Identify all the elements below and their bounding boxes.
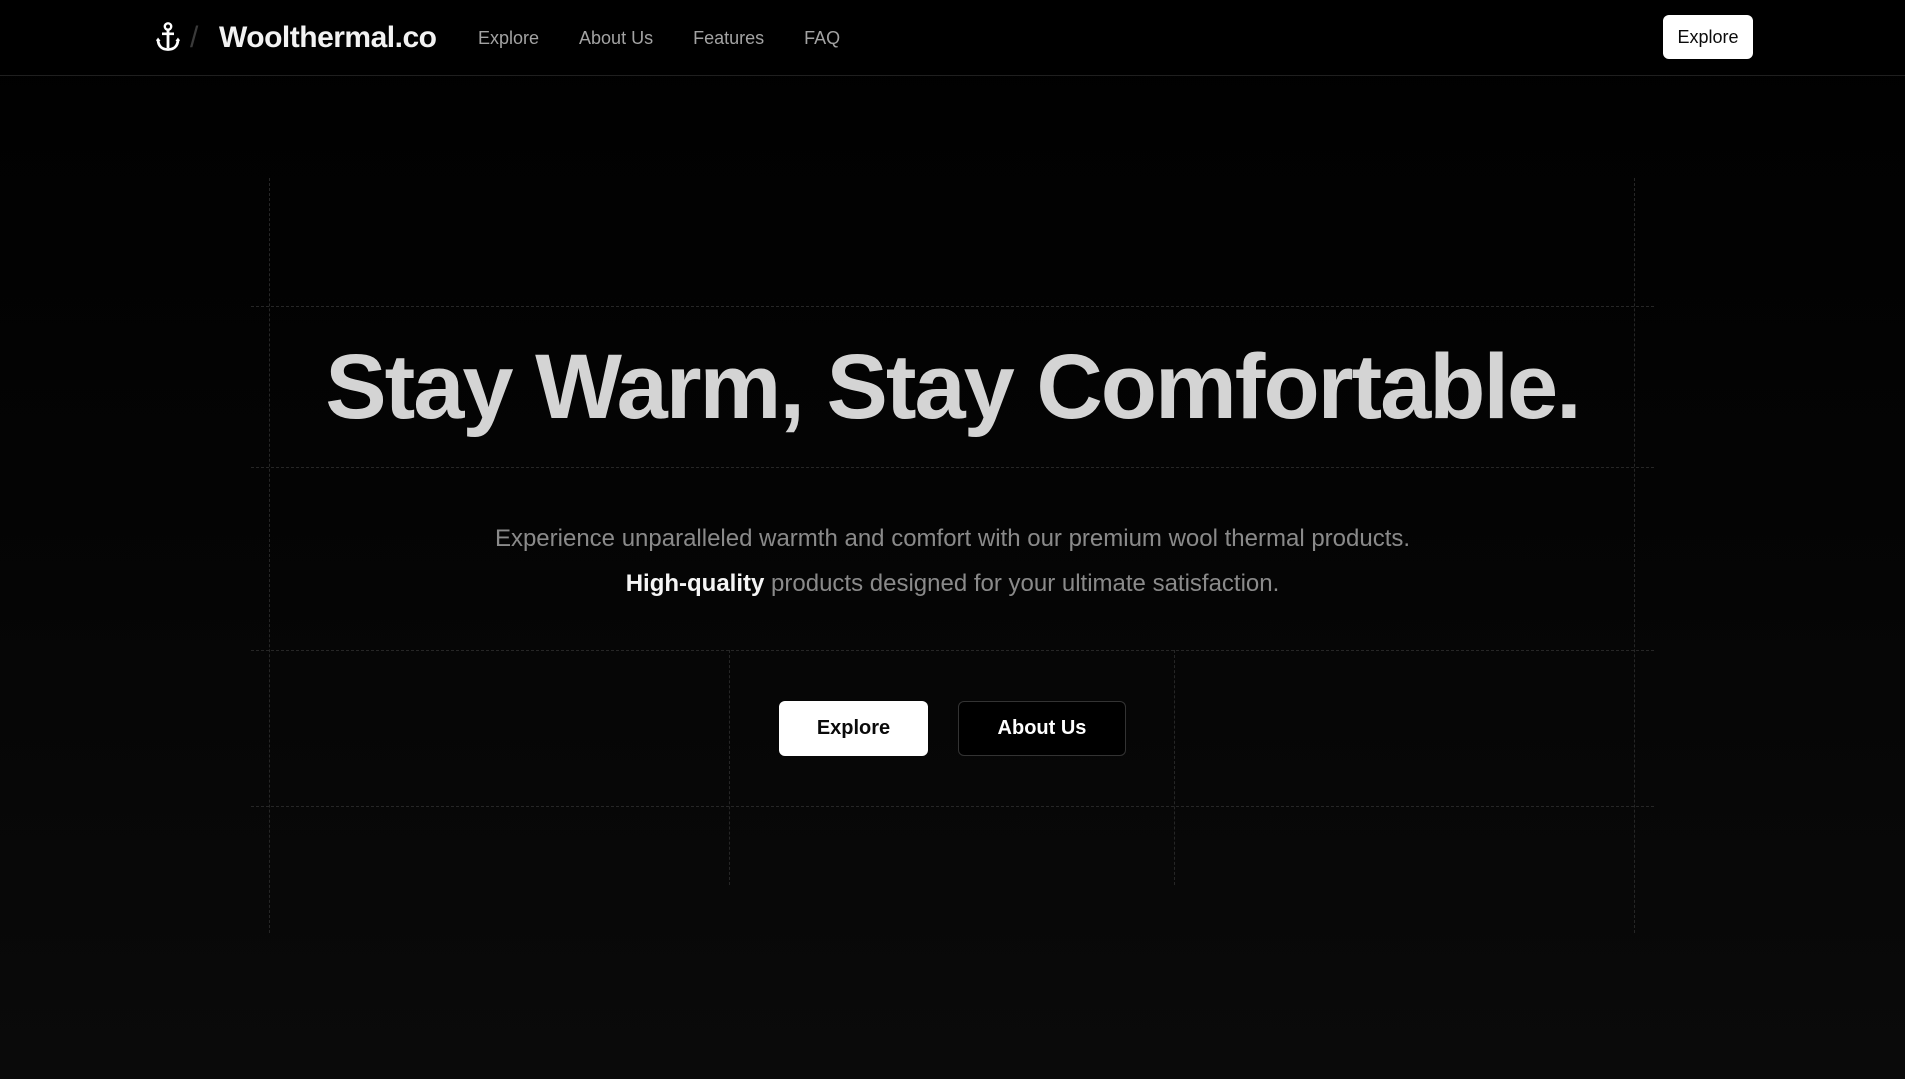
hero-subtitle: Experience unparalleled warmth and comfo…: [0, 516, 1905, 606]
grid-line: [1174, 650, 1175, 885]
grid-line: [251, 650, 1654, 651]
grid-line: [251, 806, 1654, 807]
nav-item-faq[interactable]: FAQ: [804, 27, 840, 49]
brand-name[interactable]: Woolthermal.co: [219, 17, 437, 59]
hero-subtitle-line-2: High-quality products designed for your …: [0, 561, 1905, 606]
grid-line: [251, 306, 1654, 307]
main-nav: Explore About Us Features FAQ: [478, 27, 840, 49]
grid-line: [251, 467, 1654, 468]
anchor-icon[interactable]: [155, 22, 181, 52]
hero-subtitle-line-2-rest: products designed for your ultimate sati…: [764, 570, 1280, 597]
about-us-button[interactable]: About Us: [958, 701, 1126, 756]
nav-item-features[interactable]: Features: [693, 27, 764, 49]
hero-subtitle-line-1: Experience unparalleled warmth and comfo…: [494, 525, 1411, 552]
landing-page: / Woolthermal.co Explore About Us Featur…: [0, 0, 1905, 1079]
highlight-text: High-quality: [625, 570, 765, 597]
header-explore-button[interactable]: Explore: [1663, 15, 1753, 59]
nav-item-about-us[interactable]: About Us: [579, 27, 653, 49]
grid-line: [729, 650, 730, 885]
brand-separator: /: [190, 21, 199, 54]
top-navbar: / Woolthermal.co Explore About Us Featur…: [0, 0, 1905, 76]
hero-title: Stay Warm, Stay Comfortable.: [325, 336, 1581, 438]
nav-item-explore[interactable]: Explore: [478, 27, 539, 49]
explore-button[interactable]: Explore: [779, 701, 928, 756]
